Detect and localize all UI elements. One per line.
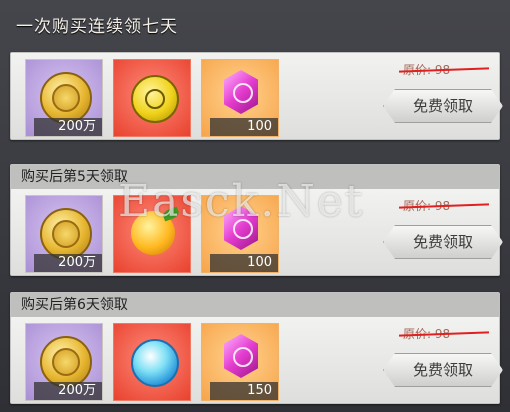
reward-slot-fruit[interactable] — [113, 195, 191, 273]
gold-coin-icon — [40, 208, 92, 260]
item-quantity: 100 — [210, 254, 278, 272]
yellow-orb-icon — [131, 75, 179, 123]
reward-row: 200万 100 原价: 98 免费领取 — [11, 189, 503, 275]
item-quantity: 200万 — [34, 382, 102, 400]
claim-button[interactable]: 免费领取 — [383, 89, 503, 123]
item-quantity: 100 — [210, 118, 278, 136]
item-quantity: 150 — [210, 382, 278, 400]
panel-title: 一次购买连续领七天 — [16, 17, 178, 37]
reward-row: 200万 150 原价: 98 免费领取 — [11, 317, 503, 403]
reward-slot-gem[interactable]: 100 — [201, 59, 279, 137]
reward-slot-gem[interactable]: 150 — [201, 323, 279, 401]
item-quantity: 200万 — [34, 254, 102, 272]
claim-button[interactable]: 免费领取 — [383, 353, 503, 387]
item-quantity: 200万 — [34, 118, 102, 136]
reward-slot-orb[interactable] — [113, 59, 191, 137]
reward-screen: 一次购买连续领七天 200万 100 原价: 98 免费领取 购买后第5天领取 — [0, 0, 510, 412]
gold-coin-icon — [40, 72, 92, 124]
reward-slot-coin[interactable]: 200万 — [25, 323, 103, 401]
blue-orb-icon — [131, 339, 179, 387]
reward-slot-coin[interactable]: 200万 — [25, 59, 103, 137]
panel-header: 购买后第6天领取 — [11, 293, 499, 317]
reward-slot-coin[interactable]: 200万 — [25, 195, 103, 273]
reward-row: 200万 100 原价: 98 免费领取 — [11, 53, 503, 139]
gold-coin-icon — [40, 336, 92, 388]
reward-panel-day6: 购买后第6天领取 200万 150 原价: 98 免费领取 — [10, 292, 503, 404]
golden-fruit-icon — [131, 206, 181, 255]
claim-button[interactable]: 免费领取 — [383, 225, 503, 259]
reward-panel-1: 200万 100 原价: 98 免费领取 — [10, 52, 503, 140]
reward-panel-day5: 购买后第5天领取 200万 100 原价: 98 免费领取 — [10, 164, 503, 276]
reward-slot-orb[interactable] — [113, 323, 191, 401]
panel-header: 购买后第5天领取 — [11, 165, 499, 189]
reward-slot-gem[interactable]: 100 — [201, 195, 279, 273]
